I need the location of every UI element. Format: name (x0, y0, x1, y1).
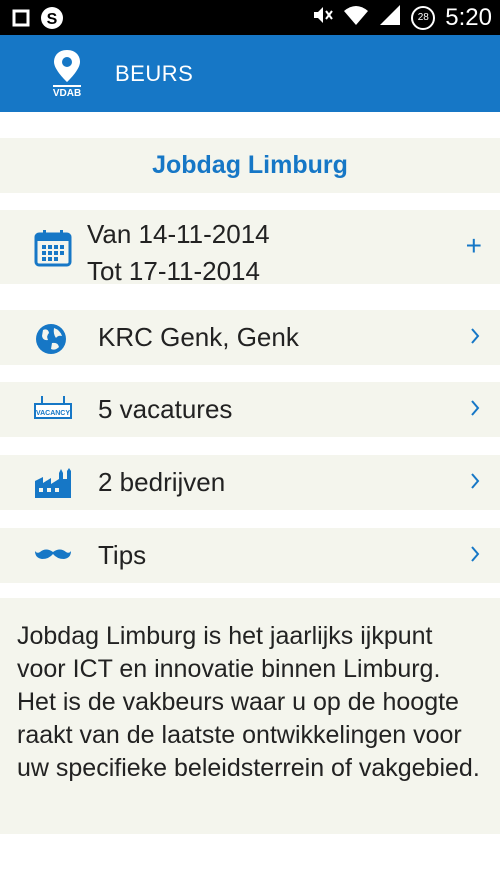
chevron-right-icon (470, 472, 480, 495)
chevron-right-icon (470, 545, 480, 568)
page-title: BEURS (115, 61, 194, 86)
tips-row[interactable]: Tips (0, 528, 500, 583)
companies-label: 2 bedrijven (98, 467, 226, 497)
chevron-right-icon (470, 399, 480, 422)
date-from: Van 14-11-2014 (87, 219, 270, 249)
vacancy-icon: VACANCY (34, 394, 72, 429)
location-label: KRC Genk, Genk (98, 322, 299, 352)
app-bar: VDAB BEURS (0, 35, 500, 112)
date-row[interactable]: Van 14-11-2014 Tot 17-11-2014 + (0, 210, 500, 286)
companies-row[interactable]: 2 bedrijven (0, 455, 500, 510)
event-title: Jobdag Limburg (0, 138, 500, 193)
app-s-icon: S (40, 6, 64, 35)
vdab-logo[interactable]: VDAB (50, 48, 84, 99)
battery-level: 28 (417, 11, 429, 23)
vacancies-row[interactable]: VACANCY 5 vacatures (0, 382, 500, 437)
event-description: Jobdag Limburg is het jaarlijks ijkpunt … (0, 598, 500, 834)
svg-text:VACANCY: VACANCY (36, 410, 70, 417)
add-to-calendar-button[interactable]: + (466, 232, 482, 260)
globe-icon (34, 322, 68, 361)
event-dates: Van 14-11-2014 Tot 17-11-2014 (87, 216, 270, 290)
calendar-icon (34, 229, 72, 272)
date-to: Tot 17-11-2014 (87, 256, 260, 286)
tips-label: Tips (98, 540, 147, 570)
clock: 5:20 (445, 3, 492, 31)
vacancies-label: 5 vacatures (98, 394, 233, 424)
location-row[interactable]: KRC Genk, Genk (0, 310, 500, 365)
status-bar: S 28 5:20 (0, 0, 500, 35)
mustache-icon (34, 548, 72, 567)
square-icon (12, 9, 30, 32)
factory-icon (34, 467, 72, 504)
wifi-icon (343, 4, 369, 31)
svg-text:S: S (47, 11, 58, 28)
battery-icon: 28 (411, 5, 436, 30)
signal-icon (379, 4, 401, 31)
logo-text: VDAB (53, 88, 81, 98)
chevron-right-icon (470, 327, 480, 350)
mute-icon (313, 6, 334, 29)
